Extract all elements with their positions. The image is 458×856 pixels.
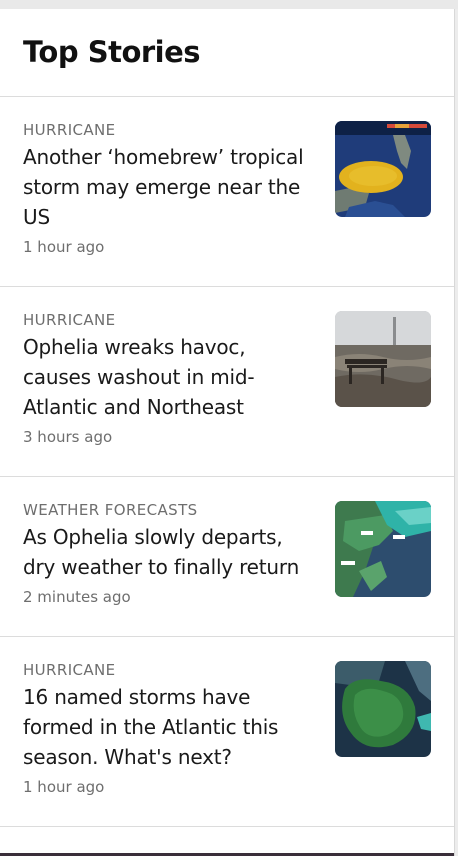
- tropical-outlook-map-icon: [335, 121, 431, 217]
- story-timestamp: 1 hour ago: [23, 238, 105, 256]
- section-title: Top Stories: [23, 35, 201, 69]
- story-timestamp: 1 hour ago: [23, 778, 105, 796]
- panel-header: Top Stories: [0, 9, 454, 97]
- story-item[interactable]: WEATHER FORECASTS As Ophelia slowly depa…: [0, 477, 454, 637]
- story-thumbnail[interactable]: [335, 501, 431, 597]
- top-bar: [0, 0, 458, 9]
- story-item[interactable]: HURRICANE 16 named storms have formed in…: [0, 637, 454, 827]
- atlantic-storms-map-icon: [335, 661, 431, 757]
- story-thumbnail[interactable]: [335, 661, 431, 757]
- top-stories-panel: Top Stories HURRICANE Another ‘homebrew’…: [0, 9, 455, 856]
- story-timestamp: 3 hours ago: [23, 428, 113, 446]
- story-headline[interactable]: As Ophelia slowly departs, dry weather t…: [23, 522, 313, 582]
- story-thumbnail[interactable]: [335, 311, 431, 407]
- story-item[interactable]: HURRICANE Another ‘homebrew’ tropical st…: [0, 97, 454, 287]
- story-item[interactable]: HURRICANE Ophelia wreaks havoc, causes w…: [0, 287, 454, 477]
- story-thumbnail[interactable]: [335, 121, 431, 217]
- story-headline[interactable]: Another ‘homebrew’ tropical storm may em…: [23, 142, 313, 232]
- flooded-bench-photo-icon: [335, 311, 431, 407]
- story-headline[interactable]: 16 named storms have formed in the Atlan…: [23, 682, 313, 772]
- east-coast-forecast-map-icon: [335, 501, 431, 597]
- story-headline[interactable]: Ophelia wreaks havoc, causes washout in …: [23, 332, 313, 422]
